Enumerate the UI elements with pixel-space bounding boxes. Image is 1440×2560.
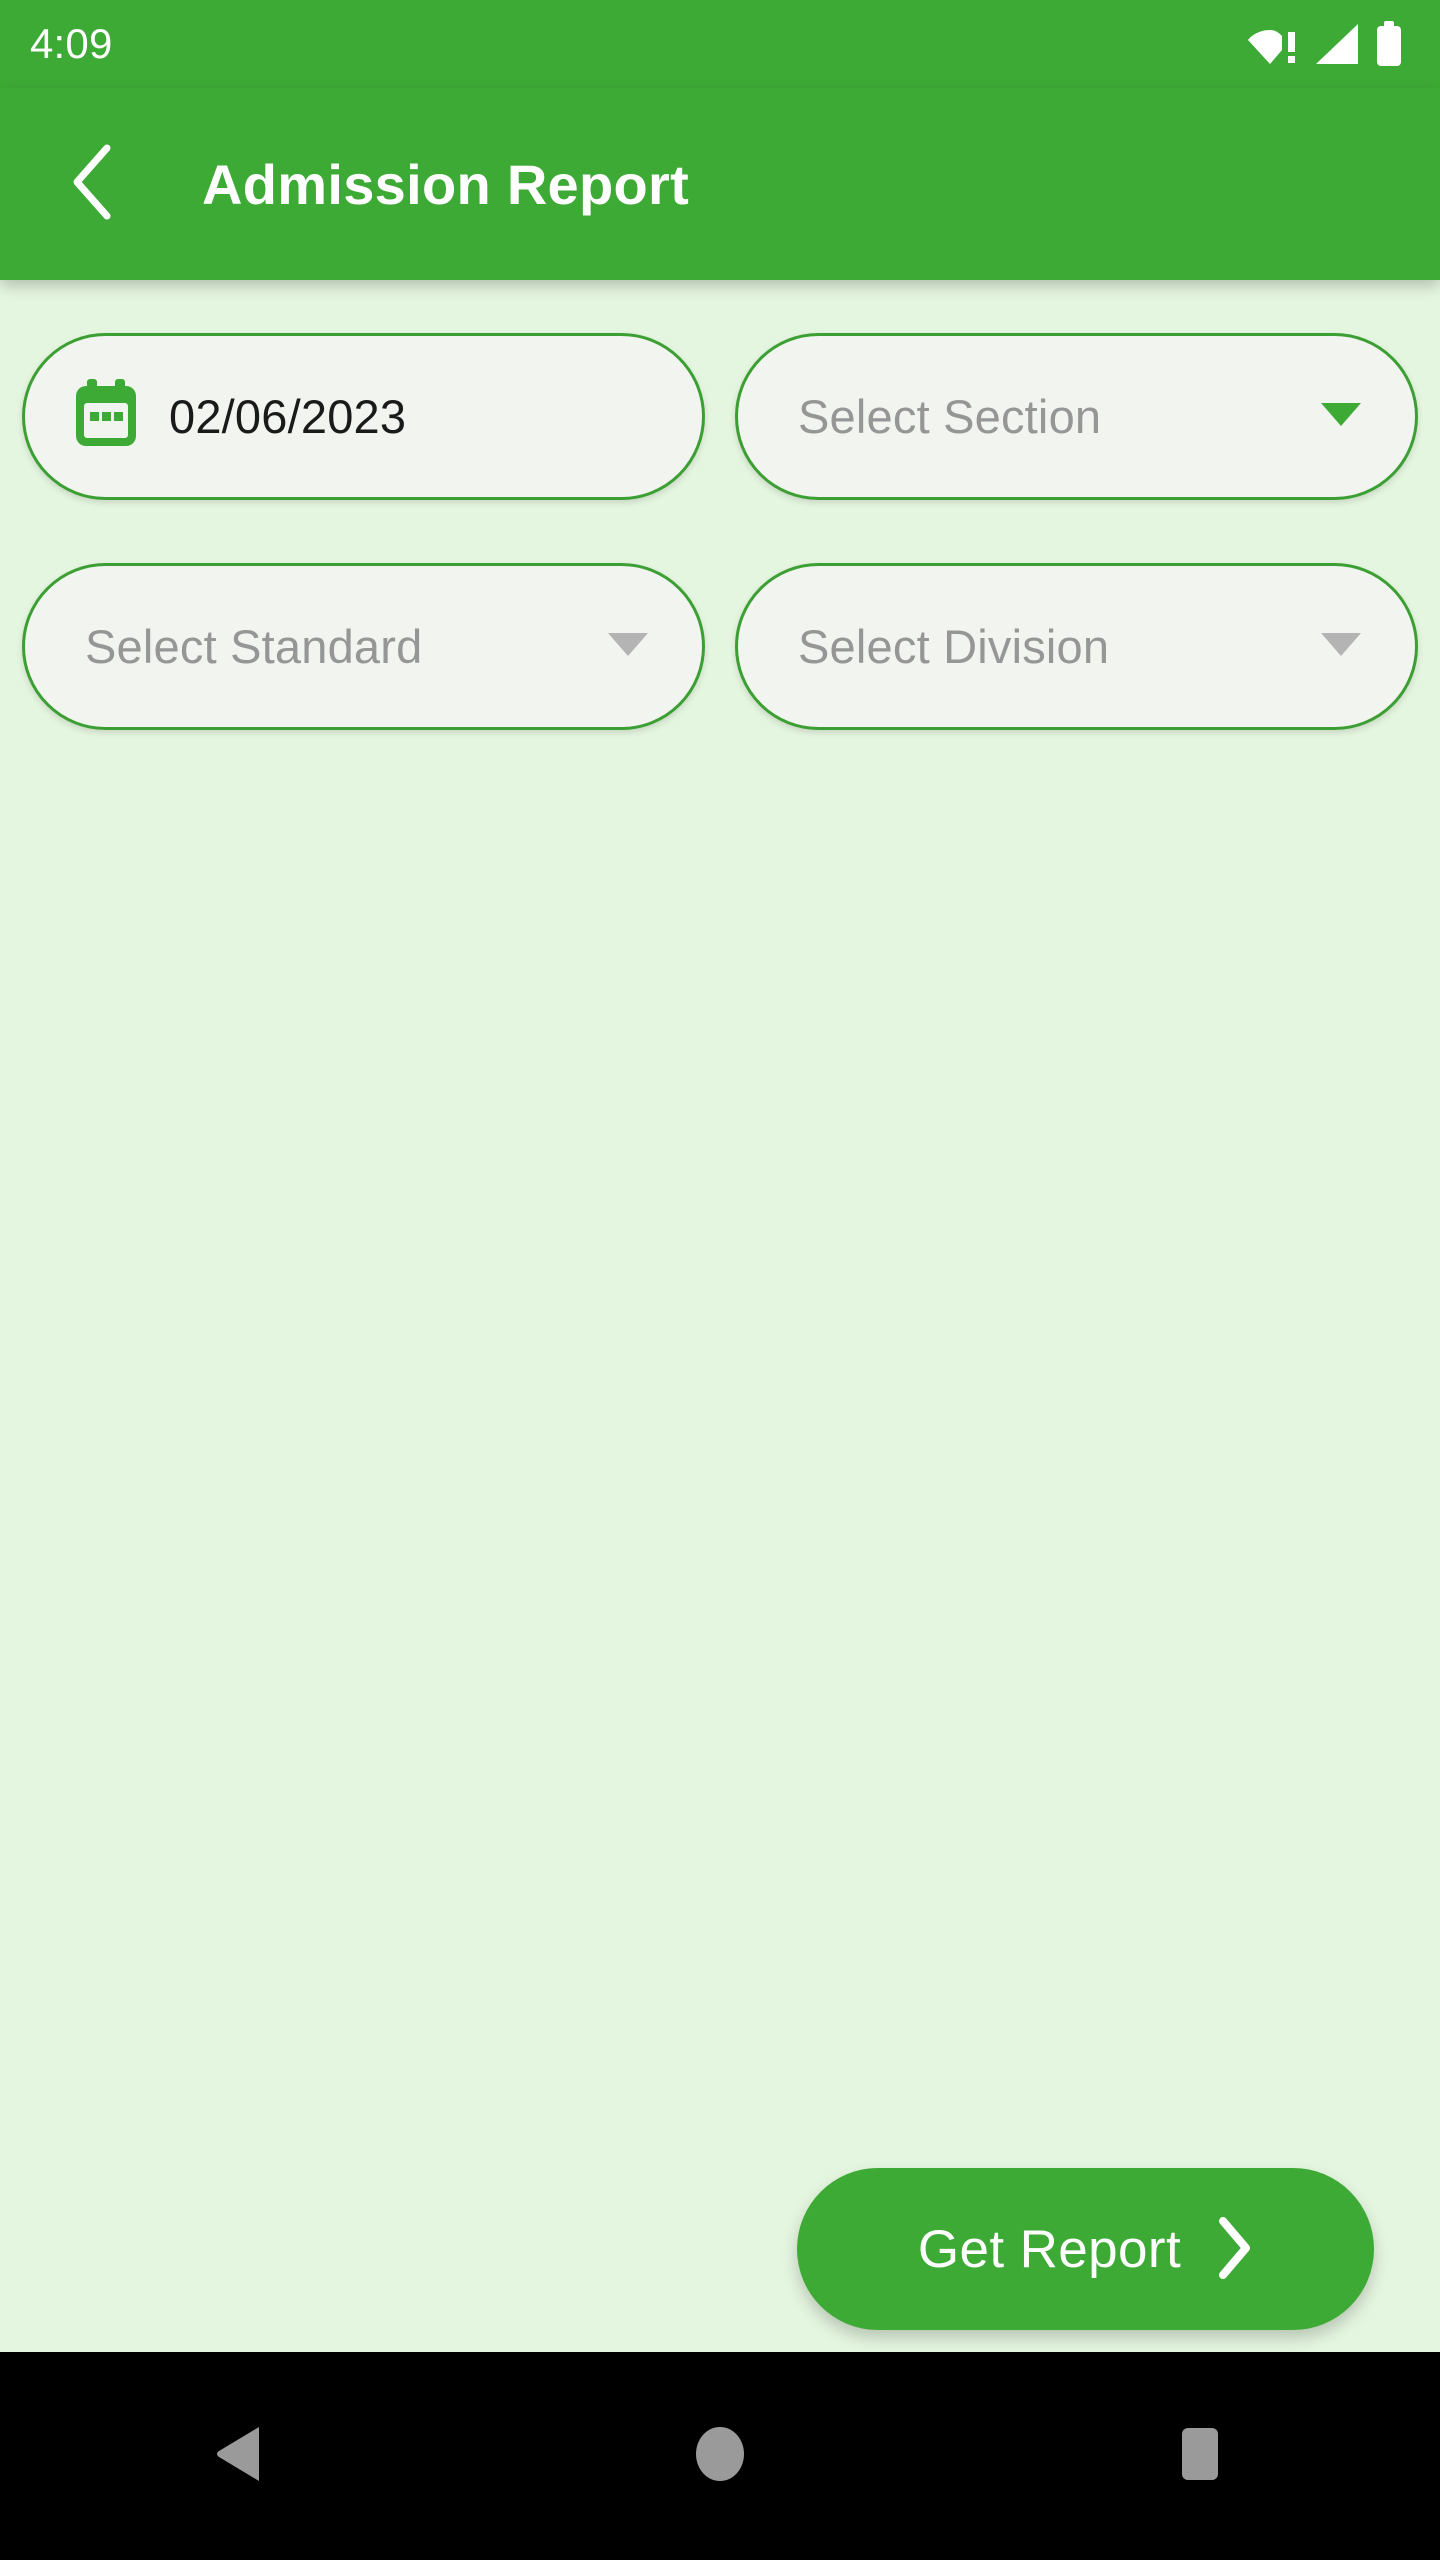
get-report-label: Get Report bbox=[917, 2219, 1182, 2279]
section-dropdown-label: Select Section bbox=[798, 390, 1102, 443]
chevron-down-icon bbox=[606, 630, 650, 663]
content-area: 02/06/2023 Select Section Select Standar… bbox=[0, 280, 1440, 2352]
chevron-down-icon bbox=[1319, 630, 1363, 663]
date-field[interactable]: 02/06/2023 bbox=[22, 333, 705, 500]
status-bar: 4:09 bbox=[0, 0, 1440, 88]
chevron-right-icon bbox=[1215, 2216, 1253, 2282]
date-value: 02/06/2023 bbox=[169, 390, 407, 443]
filter-grid: 02/06/2023 Select Section Select Standar… bbox=[22, 333, 1418, 730]
recents-square-icon bbox=[1173, 2424, 1227, 2489]
battery-full-icon bbox=[1374, 21, 1404, 67]
chevron-left-icon bbox=[69, 143, 115, 226]
nav-back-button[interactable] bbox=[140, 2352, 340, 2560]
nav-recents-button[interactable] bbox=[1100, 2352, 1300, 2560]
division-dropdown[interactable]: Select Division bbox=[735, 563, 1418, 730]
back-button[interactable] bbox=[44, 136, 140, 232]
section-dropdown[interactable]: Select Section bbox=[735, 333, 1418, 500]
status-icons bbox=[1248, 21, 1404, 67]
cellular-signal-icon bbox=[1314, 22, 1360, 66]
back-triangle-icon bbox=[213, 2424, 267, 2489]
get-report-button[interactable]: Get Report bbox=[797, 2168, 1374, 2330]
home-circle-icon bbox=[693, 2424, 747, 2489]
status-clock: 4:09 bbox=[30, 20, 113, 67]
standard-dropdown-label: Select Standard bbox=[85, 620, 423, 673]
app-bar: Admission Report bbox=[0, 88, 1440, 280]
calendar-icon bbox=[73, 379, 139, 454]
chevron-down-icon bbox=[1319, 400, 1363, 433]
nav-home-button[interactable] bbox=[620, 2352, 820, 2560]
system-navigation-bar bbox=[0, 2352, 1440, 2560]
standard-dropdown[interactable]: Select Standard bbox=[22, 563, 705, 730]
division-dropdown-label: Select Division bbox=[798, 620, 1110, 673]
page-title: Admission Report bbox=[202, 152, 690, 216]
wifi-alert-icon bbox=[1248, 22, 1300, 66]
